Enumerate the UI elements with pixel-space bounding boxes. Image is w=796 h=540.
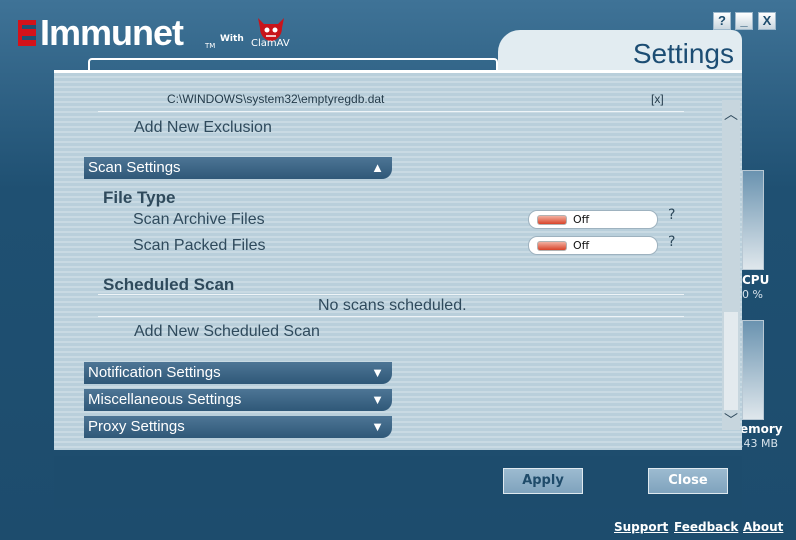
miscellaneous-settings-section[interactable]: Miscellaneous Settings ▼ (84, 389, 392, 411)
chevron-down-icon: ▼ (371, 365, 384, 380)
scan-packed-help-icon[interactable]: ? (668, 234, 675, 250)
close-window-button[interactable]: X (758, 12, 776, 30)
memory-label: emory (740, 422, 783, 436)
file-type-heading: File Type (103, 188, 176, 207)
divider (98, 294, 684, 295)
scan-packed-files-label: Scan Packed Files (133, 237, 266, 254)
scan-archive-help-icon[interactable]: ? (668, 207, 675, 223)
scan-settings-section[interactable]: Scan Settings ▲ (84, 157, 392, 179)
about-link[interactable]: About (743, 520, 783, 534)
divider (98, 316, 684, 317)
scroll-up-icon[interactable]: ︿ (724, 104, 738, 124)
feedback-link[interactable]: Feedback (674, 520, 738, 534)
add-new-exclusion-link[interactable]: Add New Exclusion (134, 119, 272, 137)
scheduled-scan-heading: Scheduled Scan (103, 275, 235, 294)
toggle-knob (537, 241, 567, 251)
chevron-down-icon: ▼ (371, 419, 384, 434)
chevron-up-icon: ▲ (371, 160, 384, 175)
section-label: Proxy Settings (88, 418, 185, 435)
brand-with-label: With (220, 34, 244, 44)
divider (98, 111, 684, 112)
scan-archive-files-label: Scan Archive Files (133, 211, 265, 228)
memory-gauge (742, 320, 764, 420)
notification-settings-section[interactable]: Notification Settings ▼ (84, 362, 392, 384)
cpu-value: 0 % (742, 288, 763, 301)
memory-value: .43 MB (740, 437, 779, 450)
minimize-window-button[interactable]: _ (735, 12, 753, 30)
exclusion-path: C:\WINDOWS\system32\emptyregdb.dat (167, 92, 385, 106)
settings-title: Settings (632, 38, 734, 69)
add-new-scheduled-scan-link[interactable]: Add New Scheduled Scan (134, 323, 320, 341)
brand-trademark: TM (205, 42, 216, 50)
toggle-state: Off (573, 239, 590, 252)
cpu-gauge (742, 170, 764, 270)
proxy-settings-section[interactable]: Proxy Settings ▼ (84, 416, 392, 438)
no-scans-message: No scans scheduled. (318, 297, 467, 314)
scan-packed-files-toggle[interactable]: Off (528, 236, 658, 255)
help-window-button[interactable]: ? (713, 12, 731, 30)
chevron-down-icon: ▼ (371, 392, 384, 407)
settings-footer (54, 456, 742, 508)
section-label: Miscellaneous Settings (88, 391, 242, 408)
support-link[interactable]: Support (614, 520, 668, 534)
section-label: Notification Settings (88, 364, 221, 381)
close-button[interactable]: Close (648, 468, 728, 494)
scroll-down-icon[interactable]: ﹀ (724, 410, 738, 430)
brand-name: Immunet (40, 12, 184, 53)
section-label: Scan Settings (88, 159, 181, 176)
clamav-label: ClamAV (251, 38, 290, 49)
scrollbar-thumb[interactable] (724, 312, 738, 410)
cpu-label: CPU (742, 273, 770, 287)
apply-button[interactable]: Apply (503, 468, 583, 494)
remove-exclusion-button[interactable]: [x] (651, 92, 664, 106)
scan-archive-files-toggle[interactable]: Off (528, 210, 658, 229)
toggle-knob (537, 215, 567, 225)
toggle-state: Off (573, 213, 590, 226)
immunet-logo-icon (18, 20, 36, 46)
